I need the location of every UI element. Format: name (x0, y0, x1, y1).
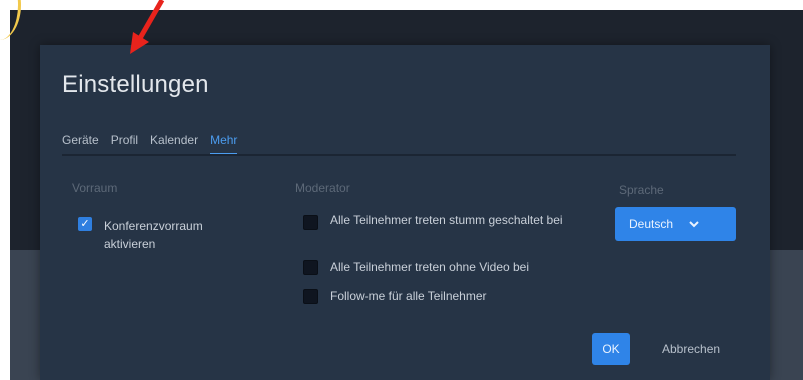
section-sprache: Sprache (619, 183, 664, 197)
vorraum-option-label: Konferenzvorraum aktivieren (104, 219, 203, 251)
tab-geraete[interactable]: Geräte (62, 133, 99, 155)
moderator-option-muted[interactable]: Alle Teilnehmer treten stumm geschaltet … (303, 211, 603, 230)
followme-checkbox[interactable] (303, 289, 318, 304)
followme-option-label: Follow-me für alle Teilnehmer (330, 289, 487, 303)
muted-checkbox[interactable] (303, 215, 318, 230)
tab-mehr[interactable]: Mehr (210, 133, 238, 155)
tab-bar: Geräte Profil Kalender Mehr (62, 133, 238, 155)
red-arrow-icon (130, 0, 165, 54)
muted-option-label: Alle Teilnehmer treten stumm geschaltet … (330, 213, 563, 227)
section-moderator: Moderator (295, 181, 350, 195)
moderator-option-novideo[interactable]: Alle Teilnehmer treten ohne Video bei (303, 258, 603, 276)
cancel-button[interactable]: Abbrechen (662, 342, 720, 356)
language-selected: Deutsch (629, 217, 674, 231)
novideo-checkbox[interactable] (303, 260, 318, 275)
tab-divider (62, 154, 736, 156)
tab-kalender[interactable]: Kalender (150, 133, 198, 155)
language-dropdown[interactable]: Deutsch (615, 207, 736, 241)
moderator-option-followme[interactable]: Follow-me für alle Teilnehmer (303, 287, 603, 305)
tab-profil[interactable]: Profil (111, 133, 138, 155)
section-vorraum: Vorraum (72, 181, 118, 195)
checkmark-icon: ✓ (80, 218, 90, 230)
left-margin (0, 0, 10, 380)
settings-dialog: Einstellungen Geräte Profil Kalender Meh… (40, 45, 770, 380)
ok-button[interactable]: OK (592, 333, 630, 365)
vorraum-checkbox[interactable]: ✓ (78, 217, 92, 231)
screen: Einstellungen Geräte Profil Kalender Meh… (0, 0, 803, 380)
chevron-down-icon (689, 217, 699, 231)
vorraum-option[interactable]: ✓ Konferenzvorraum aktivieren (78, 217, 238, 253)
dialog-title: Einstellungen (62, 71, 209, 98)
novideo-option-label: Alle Teilnehmer treten ohne Video bei (330, 260, 530, 274)
